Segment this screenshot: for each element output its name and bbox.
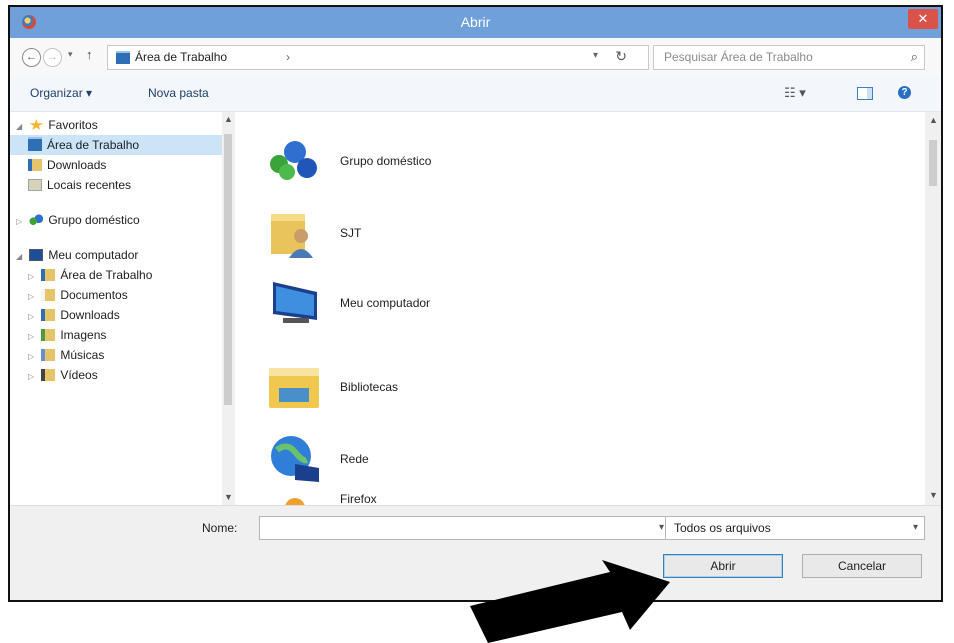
sidebar-item-label: Músicas (60, 348, 105, 362)
sidebar-item-label: Locais recentes (47, 178, 132, 192)
collapse-arrow-icon[interactable]: ▷ (28, 367, 38, 387)
sidebar-item-pc-images[interactable]: ▷ Imagens (28, 325, 106, 345)
navigation-pane: ◢ Favoritos Área de Trabalho Downloads L… (10, 112, 234, 505)
music-icon (41, 349, 56, 361)
expand-arrow-icon[interactable]: ◢ (16, 117, 26, 137)
sidebar-item-fav-desktop[interactable]: Área de Trabalho (10, 135, 222, 155)
file-name-input[interactable]: ▾ (259, 516, 671, 540)
content-scrollbar[interactable]: ▲ ▼ (925, 112, 941, 505)
change-view-button[interactable]: ☷ ▾ (784, 85, 806, 101)
desktop-folder-icon (116, 51, 130, 64)
collapse-arrow-icon[interactable]: ▷ (28, 327, 38, 347)
sidebar-scroll-thumb[interactable] (224, 134, 232, 405)
sidebar-item-label: Downloads (47, 158, 107, 172)
documents-icon (41, 289, 56, 301)
videos-icon (41, 369, 56, 381)
file-type-value: Todos os arquivos (674, 521, 771, 535)
downloads-folder-icon (28, 159, 42, 171)
sidebar-item-favorites[interactable]: ◢ Favoritos (16, 115, 98, 135)
file-name: Bibliotecas (340, 380, 399, 394)
file-name: Firefox (340, 492, 377, 505)
homegroup-icon (29, 214, 44, 226)
libraries-folder-icon (269, 368, 319, 408)
sidebar-item-fav-downloads[interactable]: Downloads (28, 155, 106, 175)
address-history-dropdown[interactable]: ▾ (593, 50, 598, 61)
sidebar-item-label: Favoritos (48, 118, 98, 132)
collapse-arrow-icon[interactable]: ▷ (28, 347, 38, 367)
preview-pane-icon[interactable] (857, 87, 873, 100)
sidebar-item-pc-downloads[interactable]: ▷ Downloads (28, 305, 120, 325)
pictures-icon (41, 329, 56, 341)
sidebar-item-label: Vídeos (60, 368, 98, 382)
sidebar-item-label: Downloads (60, 308, 120, 322)
sidebar-item-computer[interactable]: ◢ Meu computador (16, 245, 138, 265)
open-file-dialog: Abrir ✕ ← → ▾ ↑ Área de Trabalho › ▾ ↻ P… (8, 5, 943, 602)
search-icon[interactable]: ⌕ (911, 49, 918, 65)
breadcrumb-chevron-icon[interactable]: › (286, 50, 290, 64)
star-icon (29, 119, 44, 130)
title-bar[interactable]: Abrir ✕ (10, 7, 941, 39)
help-icon[interactable]: ? (898, 86, 911, 99)
chevron-down-icon[interactable]: ▾ (913, 522, 918, 533)
collapse-arrow-icon[interactable]: ▷ (16, 212, 26, 232)
sidebar-item-homegroup[interactable]: ▷ Grupo doméstico (16, 210, 140, 230)
homegroup-icon (270, 141, 317, 180)
file-name: Rede (340, 452, 369, 466)
firefox-icon (285, 498, 305, 505)
collapse-arrow-icon[interactable]: ▷ (28, 307, 38, 327)
sidebar-item-pc-music[interactable]: ▷ Músicas (28, 345, 104, 365)
sidebar-item-fav-recent[interactable]: Locais recentes (28, 175, 131, 195)
desktop-icon (28, 137, 42, 151)
back-button[interactable]: ← (22, 48, 41, 67)
file-name-label: Nome: (202, 521, 238, 535)
collapse-arrow-icon[interactable]: ▷ (28, 267, 38, 287)
scroll-down-icon[interactable]: ▼ (929, 490, 938, 500)
address-bar[interactable]: Área de Trabalho › ▾ ↻ (107, 45, 649, 70)
window-title: Abrir (460, 14, 491, 30)
organize-button[interactable]: Organizar ▾ (30, 86, 92, 100)
file-name: Meu computador (340, 296, 431, 310)
expand-arrow-icon[interactable]: ◢ (16, 247, 26, 267)
address-text[interactable]: Área de Trabalho (135, 50, 227, 64)
sidebar-item-pc-desktop[interactable]: ▷ Área de Trabalho (28, 265, 152, 285)
file-type-select[interactable]: Todos os arquivos ▾ (665, 516, 925, 540)
command-bar: Organizar ▾ Nova pasta ☷ ▾ ? (10, 76, 941, 112)
sidebar-item-label: Documentos (60, 288, 128, 302)
file-list: Grupo doméstico SJT Meu computador Bibli… (235, 112, 941, 505)
forward-button[interactable]: → (43, 48, 62, 67)
sidebar-item-label: Meu computador (48, 248, 139, 262)
content-scroll-thumb[interactable] (929, 140, 937, 186)
desktop-icon (41, 269, 56, 281)
scroll-up-icon[interactable]: ▲ (224, 114, 233, 124)
refresh-button[interactable]: ↻ (615, 48, 627, 65)
sidebar-item-label: Grupo doméstico (48, 213, 140, 227)
address-row: ← → ▾ ↑ Área de Trabalho › ▾ ↻ Pesquisar… (10, 38, 941, 76)
downloads-folder-icon (41, 309, 56, 321)
file-name: SJT (340, 226, 362, 240)
sidebar-scrollbar[interactable]: ▲ ▼ (222, 112, 234, 505)
network-icon (271, 436, 319, 482)
sidebar-item-label: Área de Trabalho (60, 268, 153, 282)
user-folder-icon (271, 214, 313, 258)
up-button[interactable]: ↑ (86, 47, 93, 62)
scroll-up-icon[interactable]: ▲ (929, 115, 938, 125)
recent-places-icon (28, 179, 42, 191)
sidebar-item-label: Imagens (60, 328, 107, 342)
computer-icon (29, 249, 44, 261)
scroll-down-icon[interactable]: ▼ (224, 492, 233, 502)
search-input[interactable]: Pesquisar Área de Trabalho ⌕ (653, 45, 925, 70)
sidebar-item-label: Área de Trabalho (47, 138, 140, 152)
sidebar-item-pc-documents[interactable]: ▷ Documentos (28, 285, 128, 305)
chevron-down-icon[interactable]: ▾ (659, 522, 664, 533)
recent-locations-dropdown[interactable]: ▾ (68, 49, 73, 60)
close-button[interactable]: ✕ (908, 9, 938, 29)
collapse-arrow-icon[interactable]: ▷ (28, 287, 38, 307)
pointer-arrow-icon (470, 560, 670, 643)
file-name: Grupo doméstico (340, 154, 432, 168)
cancel-button[interactable]: Cancelar (802, 554, 922, 578)
search-placeholder: Pesquisar Área de Trabalho (664, 50, 813, 64)
new-folder-button[interactable]: Nova pasta (148, 86, 209, 100)
computer-icon (273, 282, 317, 323)
sidebar-item-pc-videos[interactable]: ▷ Vídeos (28, 365, 98, 385)
